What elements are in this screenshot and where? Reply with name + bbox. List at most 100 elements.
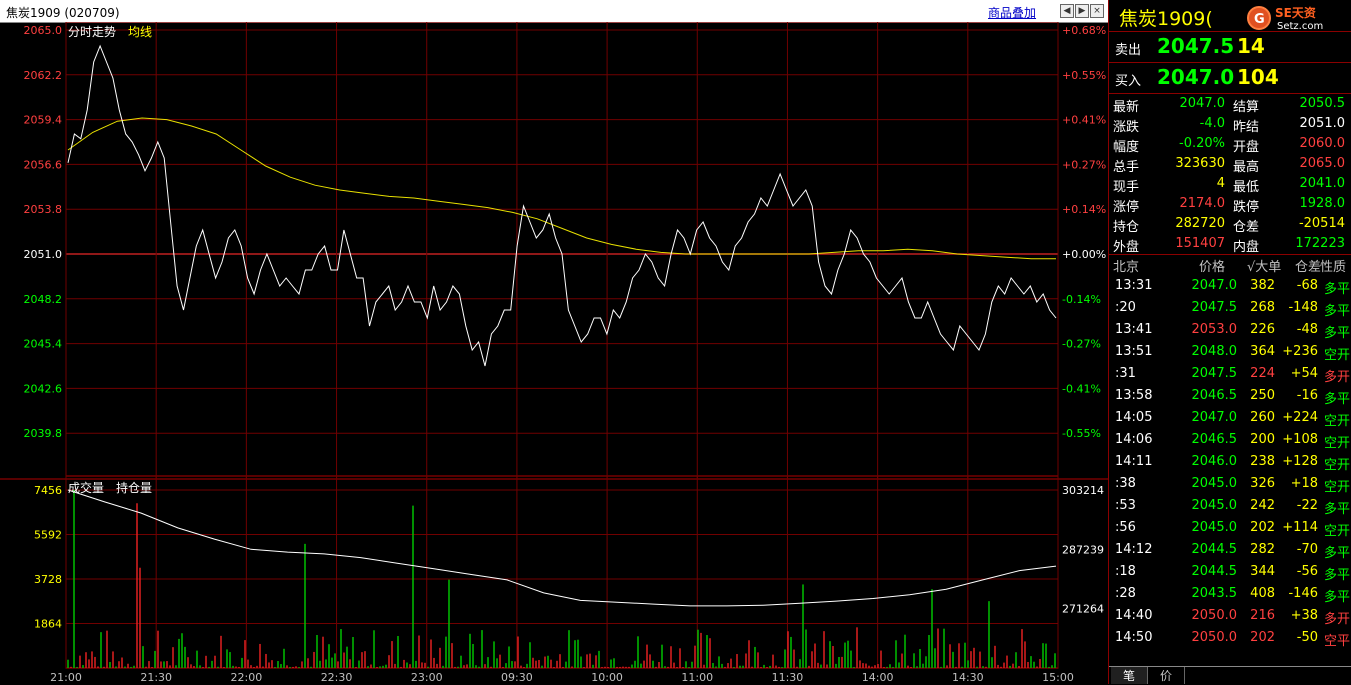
tick-time: 14:40 bbox=[1115, 608, 1153, 623]
price-line bbox=[67, 44, 1057, 367]
tick-price: 2046.5 bbox=[1191, 432, 1238, 447]
time-axis-label: 11:30 bbox=[772, 671, 804, 684]
tick-volume: 268 bbox=[1250, 300, 1275, 315]
ask-row[interactable]: 卖出 2047.5 14 bbox=[1109, 32, 1351, 63]
price-axis-label: 2065.0 bbox=[24, 24, 63, 37]
tick-header-time: 北京 bbox=[1113, 260, 1140, 275]
tick-nature: 多平 bbox=[1323, 502, 1350, 517]
time-axis-label: 22:00 bbox=[231, 671, 263, 684]
tick-row[interactable]: 14:12 2044.5 282 -70 多平 bbox=[1109, 539, 1351, 561]
tick-oi-change: +38 bbox=[1290, 608, 1318, 623]
tick-time: 14:11 bbox=[1115, 454, 1153, 469]
tick-row[interactable]: 14:40 2050.0 216 +38 多开 bbox=[1109, 605, 1351, 627]
tick-nature: 空开 bbox=[1323, 458, 1350, 473]
tick-row[interactable]: 13:31 2047.0 382 -68 多平 bbox=[1109, 275, 1351, 297]
tick-oi-change: -70 bbox=[1296, 542, 1318, 557]
pct-axis-label: +0.00% bbox=[1062, 248, 1106, 261]
tab-prices[interactable]: 价 bbox=[1148, 667, 1185, 684]
svg-text:G: G bbox=[1254, 12, 1265, 27]
ask-volume: 14 bbox=[1237, 34, 1265, 58]
tick-list[interactable]: 北京 价格 √大单 仓差 性质 13:31 2047.0 382 -68 多平:20 20… bbox=[1109, 253, 1351, 649]
price-axis-label: 2053.8 bbox=[24, 203, 63, 216]
price-axis-label: 2045.4 bbox=[24, 338, 63, 351]
pct-axis-label: +0.41% bbox=[1062, 114, 1106, 127]
tab-trades[interactable]: 笔 bbox=[1111, 667, 1148, 684]
time-axis-label: 14:30 bbox=[952, 671, 984, 684]
ask-label: 卖出 bbox=[1115, 43, 1142, 58]
tick-row[interactable]: 13:58 2046.5 250 -16 多平 bbox=[1109, 385, 1351, 407]
tick-volume: 216 bbox=[1250, 608, 1275, 623]
tick-price: 2044.5 bbox=[1191, 564, 1238, 579]
tick-volume: 382 bbox=[1250, 278, 1275, 293]
quote-label: 结算 bbox=[1233, 100, 1260, 115]
tick-oi-change: -22 bbox=[1296, 498, 1318, 513]
tick-volume: 242 bbox=[1250, 498, 1275, 513]
tick-oi-change: -148 bbox=[1288, 300, 1318, 315]
tick-oi-change: +108 bbox=[1282, 432, 1318, 447]
tick-row[interactable]: 13:51 2048.0 364 +236 空开 bbox=[1109, 341, 1351, 363]
price-axis-label: 2039.8 bbox=[24, 427, 63, 440]
tick-volume: 238 bbox=[1250, 454, 1275, 469]
nav-left-icon[interactable]: ◀ bbox=[1060, 4, 1074, 18]
quote-row: 最新 2047.0 结算 2050.5 bbox=[1109, 94, 1346, 115]
tick-row[interactable]: 14:06 2046.5 200 +108 空开 bbox=[1109, 429, 1351, 451]
quote-label: 昨结 bbox=[1233, 120, 1260, 135]
tick-row[interactable]: :20 2047.5 268 -148 多平 bbox=[1109, 297, 1351, 319]
volume-axis-label: 7456 bbox=[34, 484, 62, 497]
quote-value: 2050.5 bbox=[1299, 96, 1346, 111]
tick-row[interactable]: 14:11 2046.0 238 +128 空开 bbox=[1109, 451, 1351, 473]
price-axis-label: 2048.2 bbox=[24, 293, 63, 306]
tick-time: :18 bbox=[1115, 564, 1136, 579]
tick-price: 2043.5 bbox=[1191, 586, 1238, 601]
tick-nature: 空开 bbox=[1323, 480, 1350, 495]
quote-label: 最高 bbox=[1233, 160, 1260, 175]
tick-nature: 多平 bbox=[1323, 282, 1350, 297]
tick-price: 2046.5 bbox=[1191, 388, 1238, 403]
quote-label: 开盘 bbox=[1233, 140, 1260, 155]
quote-label: 持仓 bbox=[1113, 220, 1140, 235]
tick-row[interactable]: 14:50 2050.0 202 -50 空平 bbox=[1109, 627, 1351, 649]
tick-oi-change: -56 bbox=[1296, 564, 1318, 579]
nav-right-icon[interactable]: ▶ bbox=[1075, 4, 1089, 18]
tick-row[interactable]: :18 2044.5 344 -56 多平 bbox=[1109, 561, 1351, 583]
tick-row[interactable]: :28 2043.5 408 -146 多平 bbox=[1109, 583, 1351, 605]
tick-header: 北京 价格 √大单 仓差 性质 bbox=[1109, 253, 1351, 275]
tick-price: 2047.0 bbox=[1191, 410, 1238, 425]
tick-row[interactable]: :56 2045.0 202 +114 空开 bbox=[1109, 517, 1351, 539]
open-interest-line bbox=[67, 489, 1057, 607]
tick-row[interactable]: 13:41 2053.0 226 -48 多平 bbox=[1109, 319, 1351, 341]
pct-axis-label: +0.27% bbox=[1062, 158, 1106, 171]
tick-row[interactable]: :31 2047.5 224 +54 多开 bbox=[1109, 363, 1351, 385]
tick-nature: 空开 bbox=[1323, 436, 1350, 451]
tick-time: 13:31 bbox=[1115, 278, 1153, 293]
quote-value: -20514 bbox=[1298, 216, 1345, 231]
tick-time: 13:41 bbox=[1115, 322, 1153, 337]
tick-price: 2047.5 bbox=[1191, 300, 1238, 315]
quote-row: 总手 323630 最高 2065.0 bbox=[1109, 154, 1345, 175]
close-icon[interactable]: × bbox=[1090, 4, 1104, 18]
bid-row[interactable]: 买入 2047.0 104 bbox=[1109, 63, 1351, 94]
tick-row[interactable]: :38 2045.0 326 +18 空开 bbox=[1109, 473, 1351, 495]
contract-name: 焦炭1909( bbox=[1119, 8, 1213, 30]
tick-oi-change: +54 bbox=[1290, 366, 1318, 381]
tick-volume: 364 bbox=[1250, 344, 1275, 359]
price-axis-label: 2062.2 bbox=[24, 69, 63, 82]
overlay-commodity-link[interactable]: 商品叠加 bbox=[988, 4, 1036, 21]
tick-volume: 344 bbox=[1250, 564, 1275, 579]
tick-oi-change: -146 bbox=[1288, 586, 1318, 601]
quote-label: 跌停 bbox=[1233, 200, 1260, 215]
tick-oi-change: +224 bbox=[1282, 410, 1318, 425]
time-axis-label: 22:30 bbox=[321, 671, 353, 684]
intraday-chart[interactable]: 2065.0 +0.68% 2062.2 +0.55% 2059.4 +0.41% 2056… bbox=[0, 22, 1108, 684]
tick-row[interactable]: :53 2045.0 242 -22 多平 bbox=[1109, 495, 1351, 517]
tick-row[interactable]: 14:05 2047.0 260 +224 空开 bbox=[1109, 407, 1351, 429]
tick-oi-change: -50 bbox=[1296, 630, 1318, 645]
tick-header-volume: √大单 bbox=[1247, 260, 1282, 275]
quote-value: 2047.0 bbox=[1179, 96, 1226, 111]
volume-axis-label: 1864 bbox=[34, 618, 62, 631]
quote-row: 涨跌 -4.0 昨结 2051.0 bbox=[1109, 114, 1345, 135]
time-axis-label: 21:00 bbox=[50, 671, 82, 684]
quote-row: 涨停 2174.0 跌停 1928.0 bbox=[1109, 194, 1345, 215]
tick-volume: 260 bbox=[1250, 410, 1275, 425]
pct-axis-label: +0.55% bbox=[1062, 69, 1106, 82]
